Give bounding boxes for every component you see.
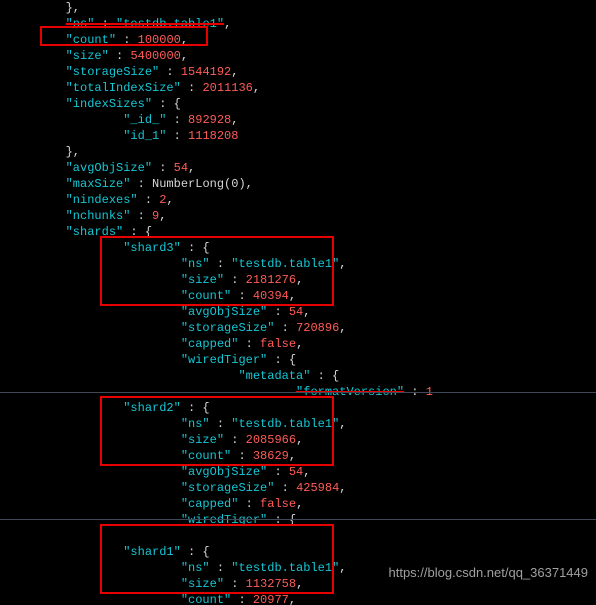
shards-key: "shards" — [66, 225, 124, 239]
shard2-ns-key: "ns" — [181, 417, 210, 431]
shard2-avg-key: "avgObjSize" — [181, 465, 267, 479]
shard3-storage-key: "storageSize" — [181, 321, 275, 335]
shard2-capped-key: "capped" — [181, 497, 239, 511]
count-key: "count" — [66, 33, 116, 47]
shard3-capped-value: false — [260, 337, 296, 351]
shard2-count-key: "count" — [181, 449, 231, 463]
watermark: https://blog.csdn.net/qq_36371449 — [389, 565, 589, 581]
max-size-key: "maxSize" — [66, 177, 131, 191]
json-output: }, "ns" : "testdb.table1", "count" : 100… — [0, 0, 433, 605]
shard3-key: "shard3" — [123, 241, 181, 255]
shard2-size-key: "size" — [181, 433, 224, 447]
count-value: 100000 — [138, 33, 181, 47]
storage-size-key: "storageSize" — [66, 65, 160, 79]
size-value: 5400000 — [130, 49, 180, 63]
shard3-ns-key: "ns" — [181, 257, 210, 271]
nindexes-key: "nindexes" — [66, 193, 138, 207]
close-brace: }, — [66, 1, 80, 15]
shard3-metadata-key: "metadata" — [238, 369, 310, 383]
shard2-ns-value: "testdb.table1" — [231, 417, 339, 431]
max-size-value: NumberLong(0) — [152, 177, 246, 191]
shard2-wt-key: "wiredTiger" — [181, 513, 267, 527]
separator-line-2 — [0, 519, 596, 520]
id1-index-value: 1118208 — [188, 129, 238, 143]
shard1-count-value: 20977 — [253, 593, 289, 605]
shard2-key: "shard2" — [123, 401, 181, 415]
nchunks-key: "nchunks" — [66, 209, 131, 223]
shard1-ns-value: "testdb.table1" — [231, 561, 339, 575]
shard3-size-value: 2181276 — [246, 273, 296, 287]
shard1-key: "shard1" — [123, 545, 181, 559]
shard3-avg-value: 54 — [289, 305, 303, 319]
shard1-size-key: "size" — [181, 577, 224, 591]
size-key: "size" — [66, 49, 109, 63]
shard3-size-key: "size" — [181, 273, 224, 287]
shard2-capped-value: false — [260, 497, 296, 511]
shard1-size-value: 1132758 — [246, 577, 296, 591]
shard2-size-value: 2085966 — [246, 433, 296, 447]
shard2-count-value: 38629 — [253, 449, 289, 463]
shard3-wt-key: "wiredTiger" — [181, 353, 267, 367]
shard2-storage-key: "storageSize" — [181, 481, 275, 495]
shard3-ns-value: "testdb.table1" — [231, 257, 339, 271]
shard3-count-key: "count" — [181, 289, 231, 303]
shard2-storage-value: 425984 — [296, 481, 339, 495]
ns-key: "ns" — [66, 17, 95, 31]
ns-value: "testdb.table1" — [116, 17, 224, 31]
storage-size-value: 1544192 — [181, 65, 231, 79]
id1-index-key: "id_1" — [123, 129, 166, 143]
separator-line-1 — [0, 392, 596, 393]
shard3-count-value: 40394 — [253, 289, 289, 303]
shard3-avg-key: "avgObjSize" — [181, 305, 267, 319]
id-index-key: "_id_" — [123, 113, 166, 127]
total-index-size-key: "totalIndexSize" — [66, 81, 181, 95]
avg-obj-size-value: 54 — [174, 161, 188, 175]
shard1-ns-key: "ns" — [181, 561, 210, 575]
shard2-avg-value: 54 — [289, 465, 303, 479]
avg-obj-size-key: "avgObjSize" — [66, 161, 152, 175]
shard3-capped-key: "capped" — [181, 337, 239, 351]
index-sizes-key: "indexSizes" — [66, 97, 152, 111]
shard1-count-key: "count" — [181, 593, 231, 605]
total-index-size-value: 2011136 — [202, 81, 252, 95]
id-index-value: 892928 — [188, 113, 231, 127]
shard3-storage-value: 720896 — [296, 321, 339, 335]
